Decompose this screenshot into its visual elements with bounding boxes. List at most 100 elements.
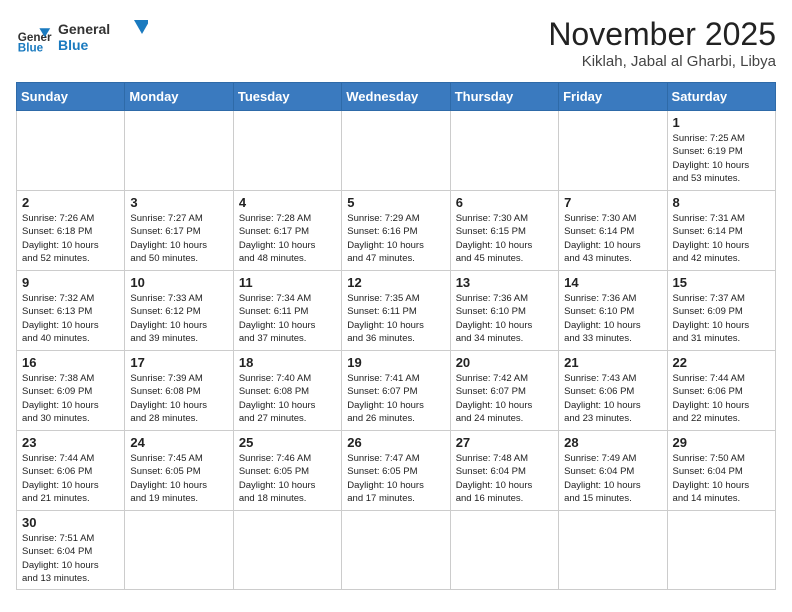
calendar-cell: 2 Sunrise: 7:26 AM Sunset: 6:18 PM Daylig… [17, 191, 125, 271]
day-info: Sunrise: 7:49 AM Sunset: 6:04 PM Dayligh… [564, 452, 661, 505]
day-info: Sunrise: 7:51 AM Sunset: 6:04 PM Dayligh… [22, 532, 119, 585]
weekday-header-wednesday: Wednesday [342, 83, 450, 111]
day-info: Sunrise: 7:31 AM Sunset: 6:14 PM Dayligh… [673, 212, 770, 265]
calendar-cell [233, 111, 341, 191]
title-block: November 2025 Kiklah, Jabal al Gharbi, L… [548, 16, 776, 70]
calendar-cell [450, 511, 558, 590]
day-number: 25 [239, 435, 336, 450]
calendar-cell: 3Sunrise: 7:27 AM Sunset: 6:17 PM Daylig… [125, 191, 233, 271]
day-info: Sunrise: 7:26 AM Sunset: 6:18 PM Dayligh… [22, 212, 119, 265]
svg-text:Blue: Blue [58, 37, 89, 53]
weekday-header-monday: Monday [125, 83, 233, 111]
day-info: Sunrise: 7:25 AM Sunset: 6:19 PM Dayligh… [673, 132, 770, 185]
day-info: Sunrise: 7:38 AM Sunset: 6:09 PM Dayligh… [22, 372, 119, 425]
calendar-week-5: 23Sunrise: 7:44 AM Sunset: 6:06 PM Dayli… [17, 431, 776, 511]
calendar-cell: 17 Sunrise: 7:39 AM Sunset: 6:08 PM Dayli… [125, 351, 233, 431]
calendar-cell: 19 Sunrise: 7:41 AM Sunset: 6:07 PM Dayli… [342, 351, 450, 431]
day-number: 16 [22, 355, 119, 370]
logo: General Blue General Blue [16, 16, 148, 61]
day-number: 12 [347, 275, 444, 290]
calendar-cell: 18 Sunrise: 7:40 AM Sunset: 6:08 PM Dayli… [233, 351, 341, 431]
day-number: 21 [564, 355, 661, 370]
calendar-cell: 22Sunrise: 7:44 AM Sunset: 6:06 PM Dayli… [667, 351, 775, 431]
calendar-cell [559, 511, 667, 590]
day-info: Sunrise: 7:39 AM Sunset: 6:08 PM Dayligh… [130, 372, 227, 425]
svg-text:General: General [58, 21, 110, 37]
calendar-table: SundayMondayTuesdayWednesdayThursdayFrid… [16, 82, 776, 590]
day-number: 1 [673, 115, 770, 130]
day-info: Sunrise: 7:48 AM Sunset: 6:04 PM Dayligh… [456, 452, 553, 505]
calendar-cell [125, 511, 233, 590]
day-info: Sunrise: 7:41 AM Sunset: 6:07 PM Dayligh… [347, 372, 444, 425]
calendar-cell: 28 Sunrise: 7:49 AM Sunset: 6:04 PM Dayli… [559, 431, 667, 511]
day-number: 19 [347, 355, 444, 370]
day-info: Sunrise: 7:29 AM Sunset: 6:16 PM Dayligh… [347, 212, 444, 265]
day-info: Sunrise: 7:46 AM Sunset: 6:05 PM Dayligh… [239, 452, 336, 505]
day-number: 11 [239, 275, 336, 290]
weekday-header-thursday: Thursday [450, 83, 558, 111]
day-info: Sunrise: 7:30 AM Sunset: 6:15 PM Dayligh… [456, 212, 553, 265]
day-number: 28 [564, 435, 661, 450]
calendar-cell [17, 111, 125, 191]
day-number: 10 [130, 275, 227, 290]
day-number: 18 [239, 355, 336, 370]
day-number: 9 [22, 275, 119, 290]
calendar-cell: 23Sunrise: 7:44 AM Sunset: 6:06 PM Dayli… [17, 431, 125, 511]
calendar-cell: 27 Sunrise: 7:48 AM Sunset: 6:04 PM Dayli… [450, 431, 558, 511]
page-header: General Blue General Blue November 2025 … [16, 16, 776, 70]
calendar-cell: 9 Sunrise: 7:32 AM Sunset: 6:13 PM Daylig… [17, 271, 125, 351]
calendar-cell: 29 Sunrise: 7:50 AM Sunset: 6:04 PM Dayli… [667, 431, 775, 511]
calendar-cell: 8Sunrise: 7:31 AM Sunset: 6:14 PM Daylig… [667, 191, 775, 271]
day-number: 14 [564, 275, 661, 290]
day-number: 13 [456, 275, 553, 290]
calendar-week-3: 9 Sunrise: 7:32 AM Sunset: 6:13 PM Daylig… [17, 271, 776, 351]
calendar-cell: 5 Sunrise: 7:29 AM Sunset: 6:16 PM Daylig… [342, 191, 450, 271]
day-info: Sunrise: 7:50 AM Sunset: 6:04 PM Dayligh… [673, 452, 770, 505]
day-number: 29 [673, 435, 770, 450]
day-info: Sunrise: 7:37 AM Sunset: 6:09 PM Dayligh… [673, 292, 770, 345]
calendar-cell: 1 Sunrise: 7:25 AM Sunset: 6:19 PM Daylig… [667, 111, 775, 191]
day-number: 17 [130, 355, 227, 370]
calendar-cell: 12Sunrise: 7:35 AM Sunset: 6:11 PM Dayli… [342, 271, 450, 351]
location-title: Kiklah, Jabal al Gharbi, Libya [548, 53, 776, 70]
calendar-week-2: 2 Sunrise: 7:26 AM Sunset: 6:18 PM Daylig… [17, 191, 776, 271]
day-number: 3 [130, 195, 227, 210]
logo-svg: General Blue [58, 16, 148, 56]
calendar-cell [342, 111, 450, 191]
calendar-cell: 30 Sunrise: 7:51 AM Sunset: 6:04 PM Dayli… [17, 511, 125, 590]
day-number: 30 [22, 515, 119, 530]
day-number: 4 [239, 195, 336, 210]
calendar-week-6: 30 Sunrise: 7:51 AM Sunset: 6:04 PM Dayli… [17, 511, 776, 590]
day-info: Sunrise: 7:42 AM Sunset: 6:07 PM Dayligh… [456, 372, 553, 425]
day-number: 5 [347, 195, 444, 210]
day-info: Sunrise: 7:47 AM Sunset: 6:05 PM Dayligh… [347, 452, 444, 505]
calendar-cell [233, 511, 341, 590]
day-info: Sunrise: 7:45 AM Sunset: 6:05 PM Dayligh… [130, 452, 227, 505]
calendar-cell: 6 Sunrise: 7:30 AM Sunset: 6:15 PM Daylig… [450, 191, 558, 271]
day-number: 26 [347, 435, 444, 450]
calendar-week-1: 1 Sunrise: 7:25 AM Sunset: 6:19 PM Daylig… [17, 111, 776, 191]
weekday-header-sunday: Sunday [17, 83, 125, 111]
day-info: Sunrise: 7:30 AM Sunset: 6:14 PM Dayligh… [564, 212, 661, 265]
calendar-cell: 4 Sunrise: 7:28 AM Sunset: 6:17 PM Daylig… [233, 191, 341, 271]
day-info: Sunrise: 7:28 AM Sunset: 6:17 PM Dayligh… [239, 212, 336, 265]
svg-text:Blue: Blue [18, 41, 44, 54]
calendar-body: 1 Sunrise: 7:25 AM Sunset: 6:19 PM Daylig… [17, 111, 776, 590]
day-number: 23 [22, 435, 119, 450]
calendar-cell [342, 511, 450, 590]
calendar-cell: 26 Sunrise: 7:47 AM Sunset: 6:05 PM Dayli… [342, 431, 450, 511]
calendar-cell: 11 Sunrise: 7:34 AM Sunset: 6:11 PM Dayli… [233, 271, 341, 351]
day-info: Sunrise: 7:44 AM Sunset: 6:06 PM Dayligh… [673, 372, 770, 425]
day-info: Sunrise: 7:32 AM Sunset: 6:13 PM Dayligh… [22, 292, 119, 345]
calendar-cell: 15Sunrise: 7:37 AM Sunset: 6:09 PM Dayli… [667, 271, 775, 351]
day-info: Sunrise: 7:34 AM Sunset: 6:11 PM Dayligh… [239, 292, 336, 345]
weekday-header-saturday: Saturday [667, 83, 775, 111]
day-info: Sunrise: 7:40 AM Sunset: 6:08 PM Dayligh… [239, 372, 336, 425]
day-number: 20 [456, 355, 553, 370]
calendar-cell [559, 111, 667, 191]
calendar-cell: 20 Sunrise: 7:42 AM Sunset: 6:07 PM Dayli… [450, 351, 558, 431]
day-number: 2 [22, 195, 119, 210]
day-number: 27 [456, 435, 553, 450]
day-number: 6 [456, 195, 553, 210]
weekday-header-row: SundayMondayTuesdayWednesdayThursdayFrid… [17, 83, 776, 111]
